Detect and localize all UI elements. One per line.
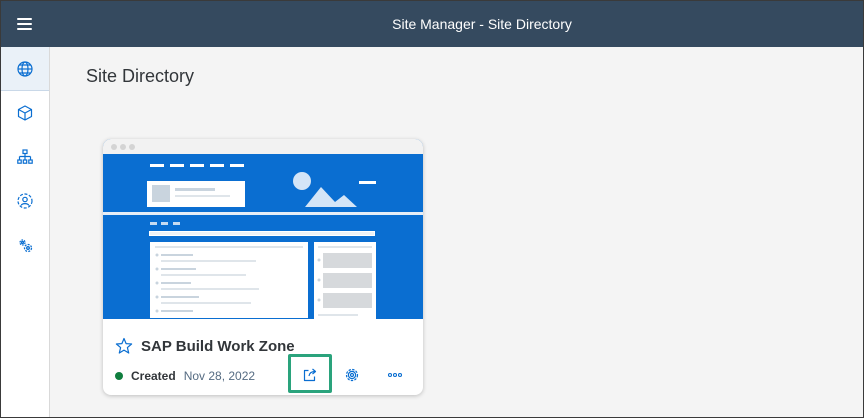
- nav-item-settings[interactable]: [1, 223, 49, 267]
- shell-bar: Site Manager - Site Directory: [1, 1, 863, 47]
- site-settings-button[interactable]: [338, 361, 366, 389]
- status-label: Created: [131, 369, 176, 383]
- main-content: Site Directory SAP Build Work Zone Creat…: [50, 47, 863, 417]
- app-frame: Site Manager - Site Directory Site Direc…: [0, 0, 864, 418]
- globe-icon: [17, 60, 33, 77]
- nav-item-content-manager[interactable]: [1, 91, 49, 135]
- user-settings-icon: [17, 193, 33, 209]
- site-card[interactable]: SAP Build Work Zone Created Nov 28, 2022: [103, 139, 423, 395]
- gear-icon: [345, 368, 359, 382]
- side-navigation: [1, 47, 50, 417]
- created-date: Nov 28, 2022: [183, 369, 256, 383]
- cube-icon: [17, 105, 33, 121]
- site-status-row: Created Nov 28, 2022: [115, 367, 255, 385]
- open-site-button[interactable]: [296, 361, 324, 389]
- card-title-row: SAP Build Work Zone: [115, 335, 295, 357]
- hierarchy-icon: [17, 149, 33, 164]
- gears-icon: [19, 239, 33, 253]
- external-link-icon: [303, 368, 317, 382]
- nav-item-role-settings[interactable]: [1, 179, 49, 223]
- site-title[interactable]: SAP Build Work Zone: [141, 338, 295, 355]
- nav-item-site-directory[interactable]: [1, 47, 49, 91]
- site-thumbnail[interactable]: [103, 139, 423, 319]
- overflow-icon: [387, 372, 403, 378]
- star-outline-icon[interactable]: [115, 337, 133, 355]
- more-options-button[interactable]: [381, 361, 409, 389]
- nav-item-channel-manager[interactable]: [1, 135, 49, 179]
- page-title: Site Directory: [86, 66, 195, 86]
- status-indicator: [115, 372, 123, 380]
- site-preview-illustration: [103, 164, 423, 319]
- app-title: Site Manager - Site Directory: [392, 16, 572, 32]
